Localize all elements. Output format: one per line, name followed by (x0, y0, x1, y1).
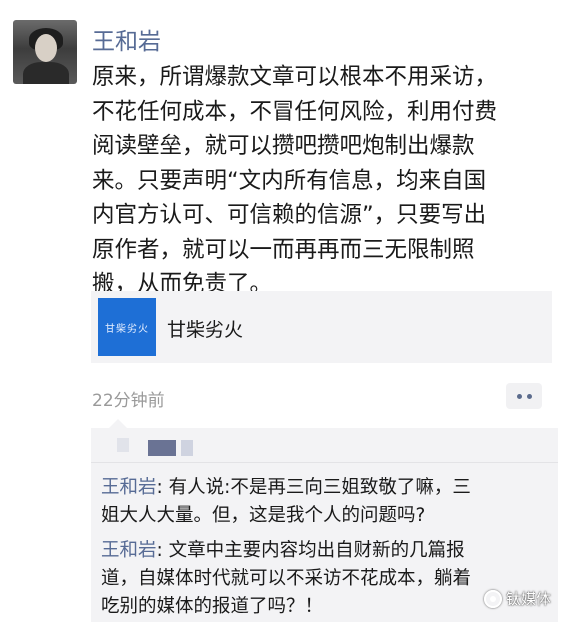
post-username[interactable]: 王和岩 (92, 22, 161, 56)
watermark-text: 钛媒体 (506, 590, 552, 608)
avatar-face (35, 34, 57, 62)
comment-author[interactable]: 王和岩 (101, 540, 157, 561)
comment-author[interactable]: 王和岩 (101, 477, 157, 498)
more-dot (526, 393, 532, 399)
link-title: 甘柴劣火 (167, 319, 244, 341)
post-text-line: 原来，所谓爆款文章可以根本不用采访， (92, 64, 498, 90)
post-text-line: 来。只要声明“文内所有信息，均来自国 (92, 167, 487, 194)
link-thumbnail: 甘柴劣火 (98, 298, 156, 356)
liker-name[interactable] (181, 440, 193, 456)
comment-text: 有人说:不是再三向三姐致敬了嘛，三 (168, 477, 471, 498)
post-text-line: 不花任何成本，不冒任何风险，利用付费 (92, 98, 498, 125)
post-text-line: 阅读壁垒，就可以攒吧攒吧炮制出爆款 (92, 133, 475, 159)
post-text: 原来，所谓爆款文章可以根本不用采访， 不花任何成本，不冒任何风险，利用付费 阅读… (92, 60, 552, 302)
more-dot (516, 393, 522, 399)
post-text-line: 内官方认可、可信赖的信源”，只要写出 (92, 202, 487, 228)
comment-text: 文章中主要内容均出自财新的几篇报 (168, 540, 465, 561)
comment-text-line: 姐大人大量。但，这是我个人的问题吗? (101, 505, 426, 526)
more-dots-icon[interactable] (506, 383, 542, 409)
shared-link-card[interactable]: 甘柴劣火 甘柴劣火 (91, 291, 552, 363)
likes-row (91, 428, 558, 463)
watermark-logo-icon (484, 589, 502, 608)
comment-separator: : (156, 540, 169, 561)
link-thumbnail-text: 甘柴劣火 (105, 323, 149, 335)
watermark: 钛媒体 (484, 588, 551, 609)
comment-first-line: 王和岩: 有人说:不是再三向三姐致敬了嘛，三 (101, 474, 551, 502)
avatar-body (23, 62, 69, 84)
comment-item[interactable]: 王和岩: 有人说:不是再三向三姐致敬了嘛，三 姐大人大量。但，这是我个人的问题吗… (101, 474, 551, 530)
post-timestamp: 22分钟前 (92, 391, 165, 411)
avatar[interactable] (13, 20, 77, 84)
like-icon (117, 438, 129, 452)
post-text-line: 原作者，就可以一而再再而三无限制照 (92, 236, 475, 263)
comment-first-line: 王和岩: 文章中主要内容均出自财新的几篇报 (101, 537, 551, 565)
comment-separator: : (156, 477, 169, 498)
liker-name[interactable] (148, 440, 176, 456)
